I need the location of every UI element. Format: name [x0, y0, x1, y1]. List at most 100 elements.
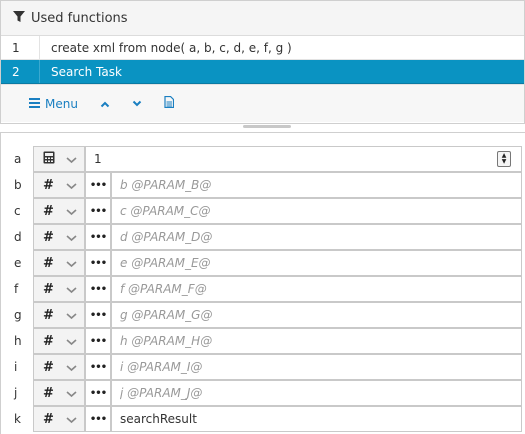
parameter-row: g # ••• — [1, 302, 525, 328]
type-selector[interactable]: # — [33, 406, 85, 432]
more-options-button[interactable]: ••• — [85, 224, 111, 250]
parameter-value-input[interactable] — [111, 406, 522, 432]
hash-icon: # — [43, 255, 54, 271]
chevron-down-icon — [132, 97, 142, 111]
chevron-down-icon — [66, 387, 77, 401]
ellipsis-icon: ••• — [89, 309, 107, 321]
parameter-value-input[interactable] — [111, 250, 522, 276]
parameter-name: f — [14, 282, 19, 296]
chevron-up-icon — [100, 97, 110, 111]
more-options-button[interactable]: ••• — [85, 354, 111, 380]
more-options-button[interactable]: ••• — [85, 328, 111, 354]
type-selector[interactable]: # — [33, 328, 85, 354]
parameter-row: k # ••• — [1, 406, 525, 432]
hash-icon: # — [43, 385, 54, 401]
parameter-value-input[interactable] — [111, 380, 522, 406]
menu-button[interactable]: Menu — [29, 97, 78, 111]
parameter-value-input[interactable] — [111, 198, 522, 224]
chevron-down-icon — [66, 179, 77, 193]
parameter-row: j # ••• — [1, 380, 525, 406]
ellipsis-icon: ••• — [89, 231, 107, 243]
ellipsis-icon: ••• — [89, 413, 107, 425]
type-selector[interactable]: # — [33, 380, 85, 406]
ellipsis-icon: ••• — [89, 257, 107, 269]
more-options-button[interactable]: ••• — [85, 198, 111, 224]
parameter-value-input[interactable] — [111, 302, 522, 328]
ellipsis-icon: ••• — [89, 335, 107, 347]
type-selector[interactable]: # — [33, 302, 85, 328]
parameter-name: i — [14, 360, 18, 374]
ellipsis-icon: ••• — [89, 361, 107, 373]
parameter-name: b — [14, 178, 22, 192]
hamburger-icon — [29, 97, 40, 111]
function-row-selected[interactable]: 2 Search Task — [1, 60, 524, 84]
hash-icon: # — [43, 333, 54, 349]
function-row-number: 2 — [1, 60, 40, 83]
function-row-number: 1 — [1, 36, 40, 59]
hash-icon: # — [43, 281, 54, 297]
chevron-down-icon — [66, 257, 77, 271]
hash-icon: # — [43, 203, 54, 219]
number-spinner[interactable]: ▲ ▼ — [497, 151, 511, 167]
parameter-row: e # ••• — [1, 250, 525, 276]
more-options-button[interactable]: ••• — [85, 302, 111, 328]
parameter-row: a ▲▼ — [1, 146, 525, 172]
parameter-name: h — [14, 334, 22, 348]
parameter-row: d # ••• — [1, 224, 525, 250]
parameter-name: c — [14, 204, 21, 218]
parameter-name: j — [14, 386, 18, 400]
chevron-down-icon — [66, 231, 77, 245]
function-row-text: create xml from node( a, b, c, d, e, f, … — [51, 40, 292, 55]
parameter-value-input[interactable] — [111, 328, 522, 354]
chevron-down-icon — [66, 153, 77, 167]
parameter-name: g — [14, 308, 22, 322]
parameter-row: b # ••• — [1, 172, 525, 198]
parameter-value-input[interactable] — [111, 276, 522, 302]
type-selector[interactable]: # — [33, 198, 85, 224]
more-options-button[interactable]: ••• — [85, 276, 111, 302]
ellipsis-icon: ••• — [89, 179, 107, 191]
more-options-button[interactable]: ••• — [85, 250, 111, 276]
parameter-row: i # ••• — [1, 354, 525, 380]
chevron-down-icon — [66, 205, 77, 219]
ellipsis-icon: ••• — [89, 205, 107, 217]
parameter-value-input[interactable] — [111, 172, 522, 198]
hash-icon: # — [43, 307, 54, 323]
chevron-down-icon — [66, 335, 77, 349]
hash-icon: # — [43, 411, 54, 427]
more-options-button[interactable]: ••• — [85, 380, 111, 406]
menu-label: Menu — [45, 96, 78, 111]
chevron-down-icon — [66, 413, 77, 427]
document-button[interactable] — [164, 95, 175, 111]
parameter-row: c # ••• — [1, 198, 525, 224]
type-selector[interactable]: # — [33, 172, 85, 198]
move-up-button[interactable] — [100, 97, 110, 111]
type-selector[interactable] — [33, 146, 85, 172]
chevron-down-icon — [66, 361, 77, 375]
hash-icon: # — [43, 229, 54, 245]
parameter-value-input[interactable] — [85, 146, 522, 172]
type-selector[interactable]: # — [33, 276, 85, 302]
resize-handle[interactable] — [243, 125, 291, 128]
more-options-button[interactable]: ••• — [85, 406, 111, 432]
parameter-name: e — [14, 256, 22, 270]
parameter-value-input[interactable] — [111, 224, 522, 250]
function-row-text: Search Task — [51, 64, 122, 79]
parameter-name: k — [14, 412, 21, 426]
toolbar: Menu — [1, 84, 524, 122]
hash-icon: # — [43, 359, 54, 375]
hash-icon: # — [43, 177, 54, 193]
type-selector[interactable]: # — [33, 354, 85, 380]
parameter-name: a — [14, 152, 22, 166]
parameter-row: f # ••• — [1, 276, 525, 302]
type-selector[interactable]: # — [33, 224, 85, 250]
panel-header: Used functions — [1, 1, 524, 36]
chevron-down-icon — [66, 309, 77, 323]
parameter-name: d — [14, 230, 22, 244]
more-options-button[interactable]: ••• — [85, 172, 111, 198]
move-down-button[interactable] — [132, 97, 142, 111]
function-row[interactable]: 1 create xml from node( a, b, c, d, e, f… — [1, 36, 524, 60]
type-selector[interactable]: # — [33, 250, 85, 276]
parameter-value-input[interactable] — [111, 354, 522, 380]
calculator-icon — [43, 151, 55, 167]
